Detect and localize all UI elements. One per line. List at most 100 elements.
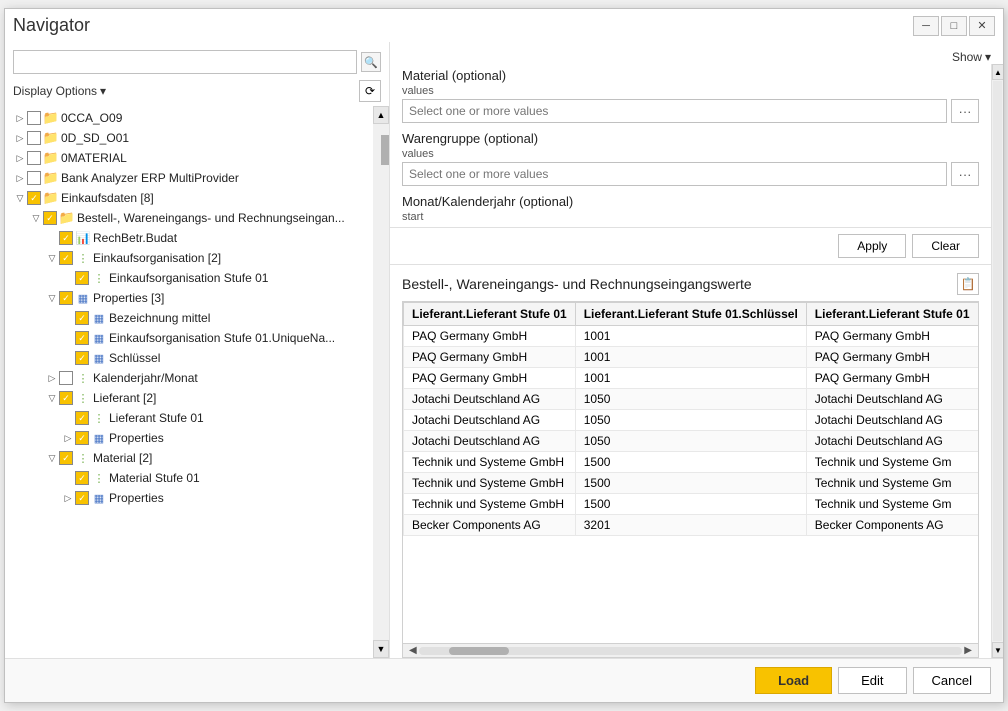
tree-item-bank-analyzer[interactable]: ▷ 📁 Bank Analyzer ERP MultiProvider	[5, 168, 373, 188]
checkbox[interactable]: ✓	[75, 331, 89, 345]
tree-item-lieferant[interactable]: ▽ ✓ ⋮ Lieferant [2]	[5, 388, 373, 408]
tree-item-properties1[interactable]: ▽ ✓ ▦ Properties [3]	[5, 288, 373, 308]
checkbox[interactable]	[27, 131, 41, 145]
apply-button[interactable]: Apply	[838, 234, 906, 258]
checkbox[interactable]: ✓	[27, 191, 41, 205]
filter-warengruppe-more-button[interactable]: ···	[951, 162, 979, 186]
tree-scroll-down-button[interactable]: ▼	[373, 640, 389, 658]
checkbox[interactable]: ✓	[59, 231, 73, 245]
tree-item-einkaufsorg-unique[interactable]: ✓ ▦ Einkaufsorganisation Stufe 01.Unique…	[5, 328, 373, 348]
table-row[interactable]: PAQ Germany GmbH1001PAQ Germany GmbH	[404, 347, 979, 368]
checkbox[interactable]	[59, 371, 73, 385]
search-icon[interactable]: 🔍	[361, 52, 381, 72]
tree-item-bezeichnung[interactable]: ✓ ▦ Bezeichnung mittel	[5, 308, 373, 328]
table-row[interactable]: Technik und Systeme GmbH1500Technik und …	[404, 494, 979, 515]
refresh-button[interactable]: ⟳	[359, 80, 381, 102]
tree-item-lieferant-stufe[interactable]: ✓ ⋮ Lieferant Stufe 01	[5, 408, 373, 428]
cancel-button[interactable]: Cancel	[913, 667, 991, 694]
checkbox[interactable]	[27, 151, 41, 165]
table-row[interactable]: Jotachi Deutschland AG1050Jotachi Deutsc…	[404, 410, 979, 431]
table-row[interactable]: Jotachi Deutschland AG1050Jotachi Deutsc…	[404, 431, 979, 452]
h-scroll-thumb[interactable]	[449, 647, 509, 655]
filter-warengruppe: Warengruppe (optional) values ···	[402, 131, 979, 186]
checkbox[interactable]: ✓	[75, 311, 89, 325]
table-row[interactable]: Jotachi Deutschland AG1050Jotachi Deutsc…	[404, 389, 979, 410]
display-options-button[interactable]: Display Options ▾	[13, 84, 106, 98]
checkbox[interactable]	[27, 171, 41, 185]
expand-icon[interactable]: ▽	[45, 251, 59, 265]
filter-monat: Monat/Kalenderjahr (optional) start	[402, 194, 979, 223]
tree-scroll-up-button[interactable]: ▲	[373, 106, 389, 124]
data-export-button[interactable]: 📋	[957, 273, 979, 295]
load-button[interactable]: Load	[755, 667, 832, 694]
filter-material-input[interactable]	[402, 99, 947, 123]
filter-warengruppe-input[interactable]	[402, 162, 947, 186]
tree-item-rechbetr[interactable]: ✓ 📊 RechBetr.Budat	[5, 228, 373, 248]
tree-item-einkaufsdaten[interactable]: ▽ ✓ 📁 Einkaufsdaten [8]	[5, 188, 373, 208]
hierarchy-icon: ⋮	[75, 370, 91, 386]
expand-icon[interactable]: ▷	[61, 491, 75, 505]
tree-vertical-scrollbar: ▲ ▼	[373, 106, 389, 658]
checkbox[interactable]: ✓	[75, 411, 89, 425]
tree-label: Bank Analyzer ERP MultiProvider	[61, 171, 239, 185]
table-row[interactable]: Technik und Systeme GmbH1500Technik und …	[404, 473, 979, 494]
checkbox[interactable]: ✓	[75, 271, 89, 285]
scroll-right-icon[interactable]: ▶	[962, 645, 974, 656]
table-row[interactable]: PAQ Germany GmbH1001PAQ Germany GmbH	[404, 368, 979, 389]
checkbox[interactable]: ✓	[75, 351, 89, 365]
vscroll-down-button[interactable]: ▼	[992, 642, 1003, 658]
table-row[interactable]: Becker Components AG3201Becker Component…	[404, 515, 979, 536]
expand-icon[interactable]: ▷	[45, 371, 59, 385]
checkbox[interactable]: ✓	[75, 471, 89, 485]
checkbox[interactable]: ✓	[43, 211, 57, 225]
expand-icon[interactable]: ▽	[45, 451, 59, 465]
expand-icon[interactable]: ▽	[29, 211, 43, 225]
tree-item-einkaufsorg[interactable]: ▽ ✓ ⋮ Einkaufsorganisation [2]	[5, 248, 373, 268]
search-input[interactable]	[13, 50, 357, 74]
table-cell: 1500	[575, 452, 806, 473]
table-row[interactable]: PAQ Germany GmbH1001PAQ Germany GmbH	[404, 326, 979, 347]
edit-button[interactable]: Edit	[838, 667, 906, 694]
tree-item-0MATERIAL[interactable]: ▷ 📁 0MATERIAL	[5, 148, 373, 168]
checkbox[interactable]: ✓	[59, 291, 73, 305]
restore-button[interactable]: □	[941, 16, 967, 36]
expand-icon[interactable]: ▷	[13, 111, 27, 125]
table-scroll-area[interactable]: Lieferant.Lieferant Stufe 01 Lieferant.L…	[403, 302, 978, 643]
tree-item-0CCA_O09[interactable]: ▷ 📁 0CCA_O09	[5, 108, 373, 128]
expand-icon[interactable]: ▽	[45, 291, 59, 305]
table-row[interactable]: Technik und Systeme GmbH1500Technik und …	[404, 452, 979, 473]
tree-item-kalenderjahr[interactable]: ▷ ⋮ Kalenderjahr/Monat	[5, 368, 373, 388]
expand-icon[interactable]: ▷	[13, 171, 27, 185]
tree-item-properties3[interactable]: ▷ ✓ ▦ Properties	[5, 488, 373, 508]
checkbox[interactable]: ✓	[59, 451, 73, 465]
vscroll-up-button[interactable]: ▲	[992, 64, 1003, 80]
tree-item-einkaufsorg-stufe[interactable]: ✓ ⋮ Einkaufsorganisation Stufe 01	[5, 268, 373, 288]
show-button[interactable]: Show ▾	[952, 50, 991, 64]
tree-item-material[interactable]: ▽ ✓ ⋮ Material [2]	[5, 448, 373, 468]
table-cell: Technik und Systeme Gm	[806, 494, 978, 515]
expand-icon[interactable]: ▷	[13, 151, 27, 165]
checkbox[interactable]: ✓	[75, 431, 89, 445]
tree-item-material-stufe[interactable]: ✓ ⋮ Material Stufe 01	[5, 468, 373, 488]
filter-material-more-button[interactable]: ···	[951, 99, 979, 123]
tree-item-properties2[interactable]: ▷ ✓ ▦ Properties	[5, 428, 373, 448]
expand-icon[interactable]: ▷	[61, 431, 75, 445]
table-cell: PAQ Germany GmbH	[806, 368, 978, 389]
tree-label: Material [2]	[93, 451, 152, 465]
scroll-left-icon[interactable]: ◀	[407, 645, 419, 656]
expand-icon[interactable]: ▽	[13, 191, 27, 205]
checkbox[interactable]	[27, 111, 41, 125]
checkbox[interactable]: ✓	[75, 491, 89, 505]
tree-item-0D_SD_O01[interactable]: ▷ 📁 0D_SD_O01	[5, 128, 373, 148]
minimize-button[interactable]: ─	[913, 16, 939, 36]
expand-icon[interactable]: ▽	[45, 391, 59, 405]
checkbox[interactable]: ✓	[59, 391, 73, 405]
clear-button[interactable]: Clear	[912, 234, 979, 258]
tree-item-schluessel[interactable]: ✓ ▦ Schlüssel	[5, 348, 373, 368]
horizontal-scrollbar[interactable]: ◀ ▶	[403, 643, 978, 657]
table-cell: Technik und Systeme GmbH	[404, 473, 576, 494]
close-button[interactable]: ✕	[969, 16, 995, 36]
checkbox[interactable]: ✓	[59, 251, 73, 265]
expand-icon[interactable]: ▷	[13, 131, 27, 145]
tree-item-bestell[interactable]: ▽ ✓ 📁 Bestell-, Wareneingangs- und Rechn…	[5, 208, 373, 228]
